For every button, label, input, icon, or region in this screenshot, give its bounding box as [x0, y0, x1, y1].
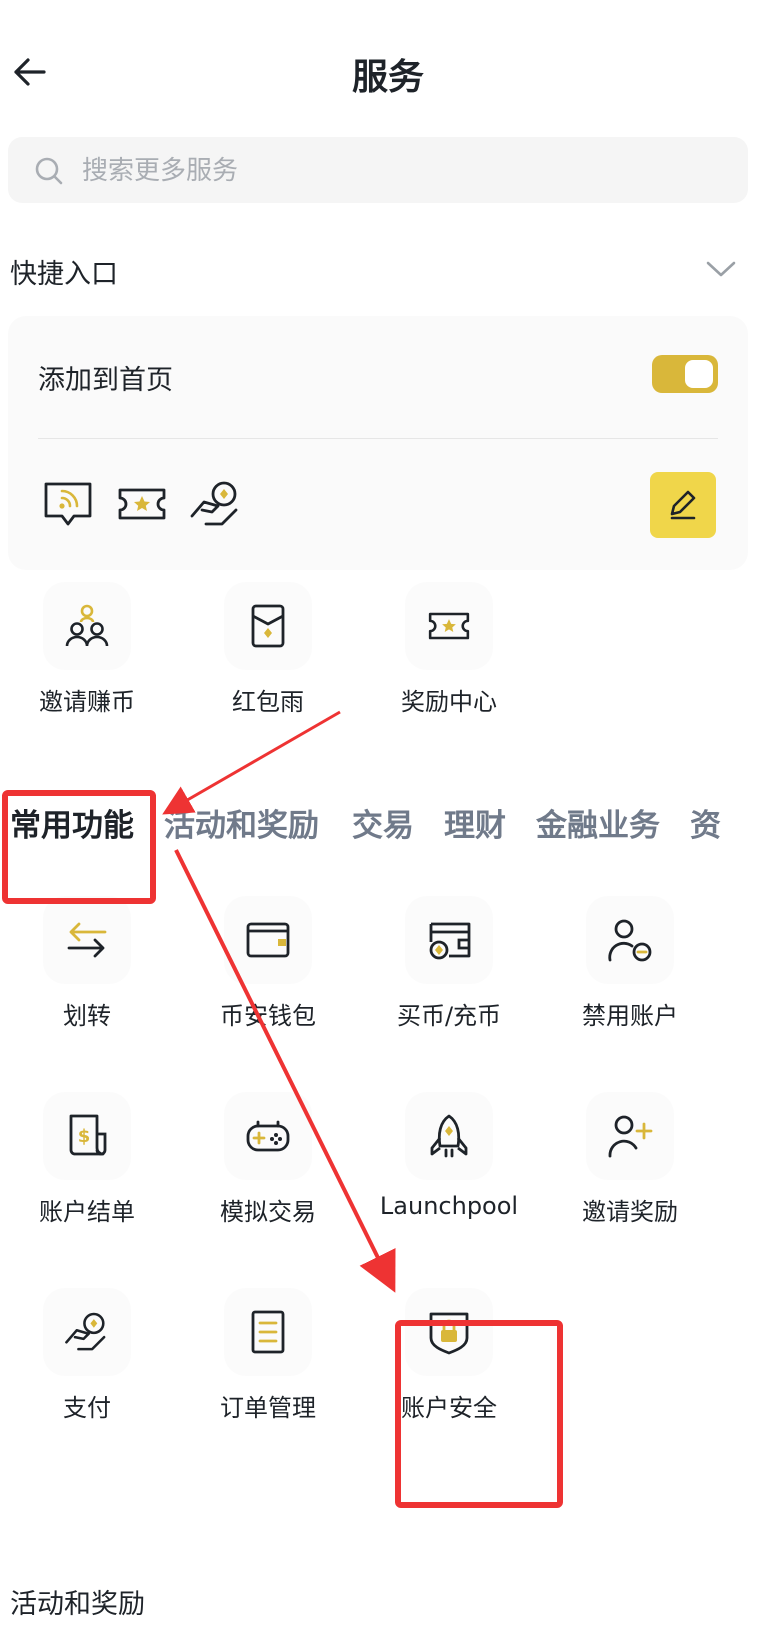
annotation-arrow-to-security: [174, 849, 396, 1293]
annotation-arrows: [162, 710, 396, 1293]
annotation-arrow-to-tab: [162, 710, 341, 815]
